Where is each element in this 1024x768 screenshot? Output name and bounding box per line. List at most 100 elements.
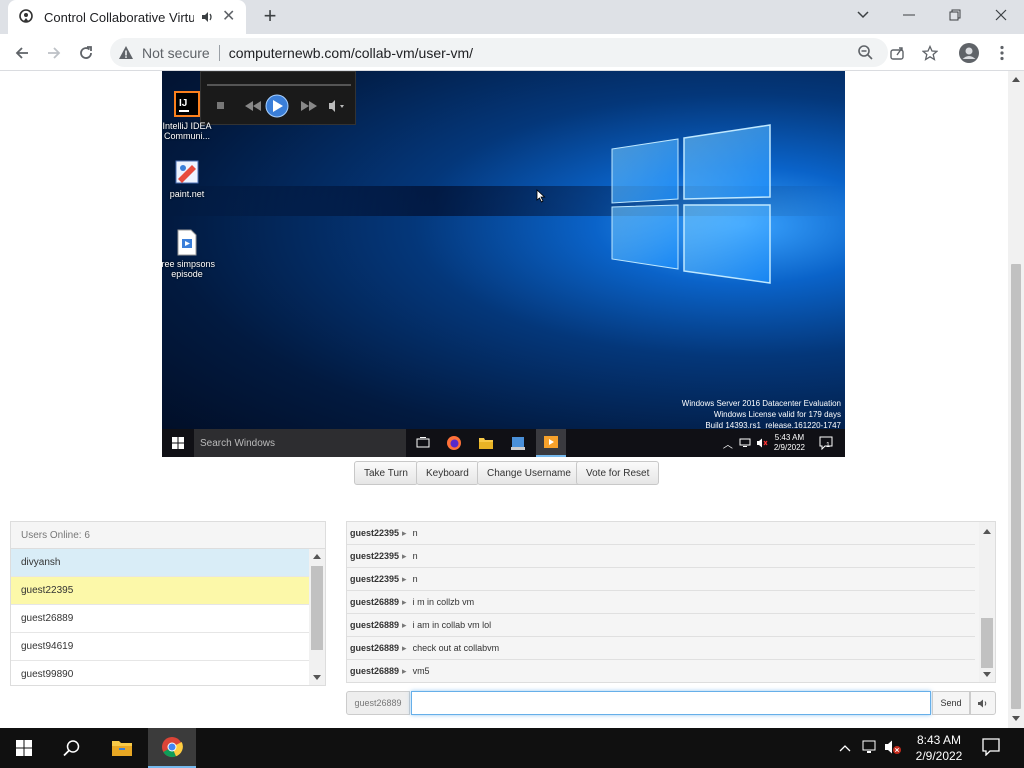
scroll-down-icon[interactable] <box>983 672 991 678</box>
change-username-button[interactable]: Change Username <box>477 461 581 485</box>
minimize-button[interactable] <box>886 0 932 30</box>
chat-input[interactable] <box>411 691 931 715</box>
page-scroll-thumb[interactable] <box>1011 264 1021 709</box>
vm-start-button[interactable] <box>162 429 194 457</box>
chat-scroll-thumb[interactable] <box>981 618 993 668</box>
chat-text: vm5 <box>412 666 430 676</box>
volume-muted-tray-icon[interactable] <box>884 739 902 760</box>
notification-center-icon[interactable] <box>982 738 1000 761</box>
back-button[interactable] <box>9 40 35 66</box>
browser-tab[interactable]: Control Collaborative Virtual ✕ <box>8 0 246 34</box>
page-scroll-down-icon[interactable] <box>1012 716 1020 721</box>
user-row[interactable]: divyansh <box>11 549 309 577</box>
user-row[interactable]: guest99890 <box>11 661 309 685</box>
profile-avatar-icon[interactable] <box>957 41 981 65</box>
windows-taskbar: 8:43 AM 2/9/2022 <box>0 728 1024 768</box>
user-name: divyansh <box>21 557 61 568</box>
users-list[interactable]: divyansh guest22395 guest26889 guest9461… <box>11 549 309 685</box>
user-name: guest26889 <box>21 613 74 624</box>
chrome-icon <box>162 737 183 758</box>
volume-muted-icon[interactable] <box>756 438 768 448</box>
tab-search-chevron-icon[interactable] <box>840 0 886 30</box>
page-scroll-up-icon[interactable] <box>1012 77 1020 82</box>
tab-close-icon[interactable]: ✕ <box>222 9 235 25</box>
scroll-up-icon[interactable] <box>983 528 991 534</box>
send-button[interactable]: Send <box>932 691 970 715</box>
users-scrollbar[interactable] <box>309 549 325 685</box>
take-turn-button[interactable]: Take Turn <box>354 461 418 485</box>
forward-button[interactable] <box>41 40 67 66</box>
desktop-icon-label: free simpsons episode <box>162 259 216 279</box>
vm-screen[interactable]: IJ IntelliJ IDEA Communi... paint.net fr… <box>162 71 845 457</box>
user-row[interactable]: guest22395 <box>11 577 309 605</box>
user-row[interactable]: guest94619 <box>11 633 309 661</box>
vote-reset-button[interactable]: Vote for Reset <box>576 461 660 485</box>
network-tray-icon[interactable] <box>862 739 880 760</box>
network-icon[interactable] <box>739 438 751 448</box>
media-player-task-button[interactable] <box>536 429 566 457</box>
video-file-icon <box>174 229 200 257</box>
restore-button[interactable] <box>932 0 978 30</box>
vm-system-tray: ︿ 5:43 AM 2/9/2022 1 <box>723 429 845 457</box>
firefox-icon[interactable] <box>446 435 462 451</box>
system-clock[interactable]: 8:43 AM 2/9/2022 <box>906 732 972 764</box>
notification-count: 1 <box>826 442 830 449</box>
action-center-icon[interactable]: 1 <box>819 436 833 451</box>
chat-username: guest26889 <box>350 597 400 607</box>
media-player[interactable] <box>200 71 356 125</box>
desktop-icon-simpsons-video[interactable]: free simpsons episode <box>162 229 217 279</box>
not-secure-label[interactable]: Not secure <box>142 45 210 61</box>
file-explorer-icon <box>112 741 132 756</box>
desktop-icon-paintnet[interactable]: paint.net <box>162 159 217 199</box>
start-button[interactable] <box>0 728 48 768</box>
chat-message: guest26889 ▸ vm5 <box>347 660 975 682</box>
chat-message: guest26889 ▸ i am in collab vm lol <box>347 614 975 637</box>
reload-button[interactable] <box>73 40 99 66</box>
scroll-up-icon[interactable] <box>313 553 321 559</box>
media-controls-icon[interactable] <box>215 94 345 118</box>
vm-clock[interactable]: 5:43 AM 2/9/2022 <box>774 433 805 453</box>
task-view-icon[interactable] <box>416 437 430 449</box>
page-scrollbar[interactable] <box>1008 71 1024 728</box>
taskbar-file-explorer[interactable] <box>98 728 146 768</box>
chat-message: guest22395 ▸ n <box>347 522 975 545</box>
vm-search-box[interactable]: Search Windows <box>194 429 406 457</box>
windows-start-icon <box>172 437 184 449</box>
chat-separator: ▸ <box>402 527 407 538</box>
tray-overflow-icon[interactable] <box>838 740 852 758</box>
back-arrow-icon <box>15 47 28 59</box>
taskbar-chrome[interactable] <box>148 728 196 768</box>
share-icon[interactable] <box>885 41 909 65</box>
users-online-header: Users Online: 6 <box>11 522 325 549</box>
address-bar[interactable]: Not secure computernewb.com/collab-vm/us… <box>110 38 888 67</box>
warning-icon <box>119 45 133 59</box>
bookmark-star-icon[interactable] <box>918 41 942 65</box>
system-date: 2/9/2022 <box>915 749 963 763</box>
tab-audio-icon[interactable] <box>200 10 214 24</box>
user-row[interactable]: guest26889 <box>11 605 309 633</box>
chat-username: guest22395 <box>350 551 400 561</box>
chat-volume-button[interactable] <box>970 691 996 715</box>
scroll-down-icon[interactable] <box>313 675 321 681</box>
zoom-icon[interactable] <box>857 44 874 61</box>
media-seek-bar[interactable] <box>207 84 351 86</box>
file-explorer-icon[interactable] <box>478 436 494 450</box>
new-tab-button[interactable]: + <box>258 5 282 29</box>
keyboard-button[interactable]: Keyboard <box>416 461 479 485</box>
url-text[interactable]: computernewb.com/collab-vm/user-vm/ <box>229 45 473 61</box>
desktop-icon-intellij[interactable]: IJ IntelliJ IDEA Communi... <box>162 91 217 141</box>
intellij-icon: IJ <box>174 91 200 119</box>
chat-username-label: guest26889 <box>346 691 410 715</box>
desktop-icon-label: paint.net <box>169 189 205 199</box>
chat-scrollbar[interactable] <box>979 522 995 682</box>
server-manager-icon[interactable] <box>510 435 526 451</box>
chat-message: guest26889 ▸ check out at collabvm <box>347 637 975 660</box>
chat-username: guest26889 <box>350 643 400 653</box>
menu-kebab-icon[interactable] <box>990 41 1014 65</box>
taskbar-search-button[interactable] <box>48 728 96 768</box>
close-window-button[interactable] <box>978 0 1024 30</box>
users-scroll-thumb[interactable] <box>311 566 323 650</box>
chat-input-bar: guest26889 Send <box>346 691 996 715</box>
tray-chevron-icon[interactable]: ︿ <box>723 436 733 451</box>
media-player-icon <box>544 436 558 448</box>
